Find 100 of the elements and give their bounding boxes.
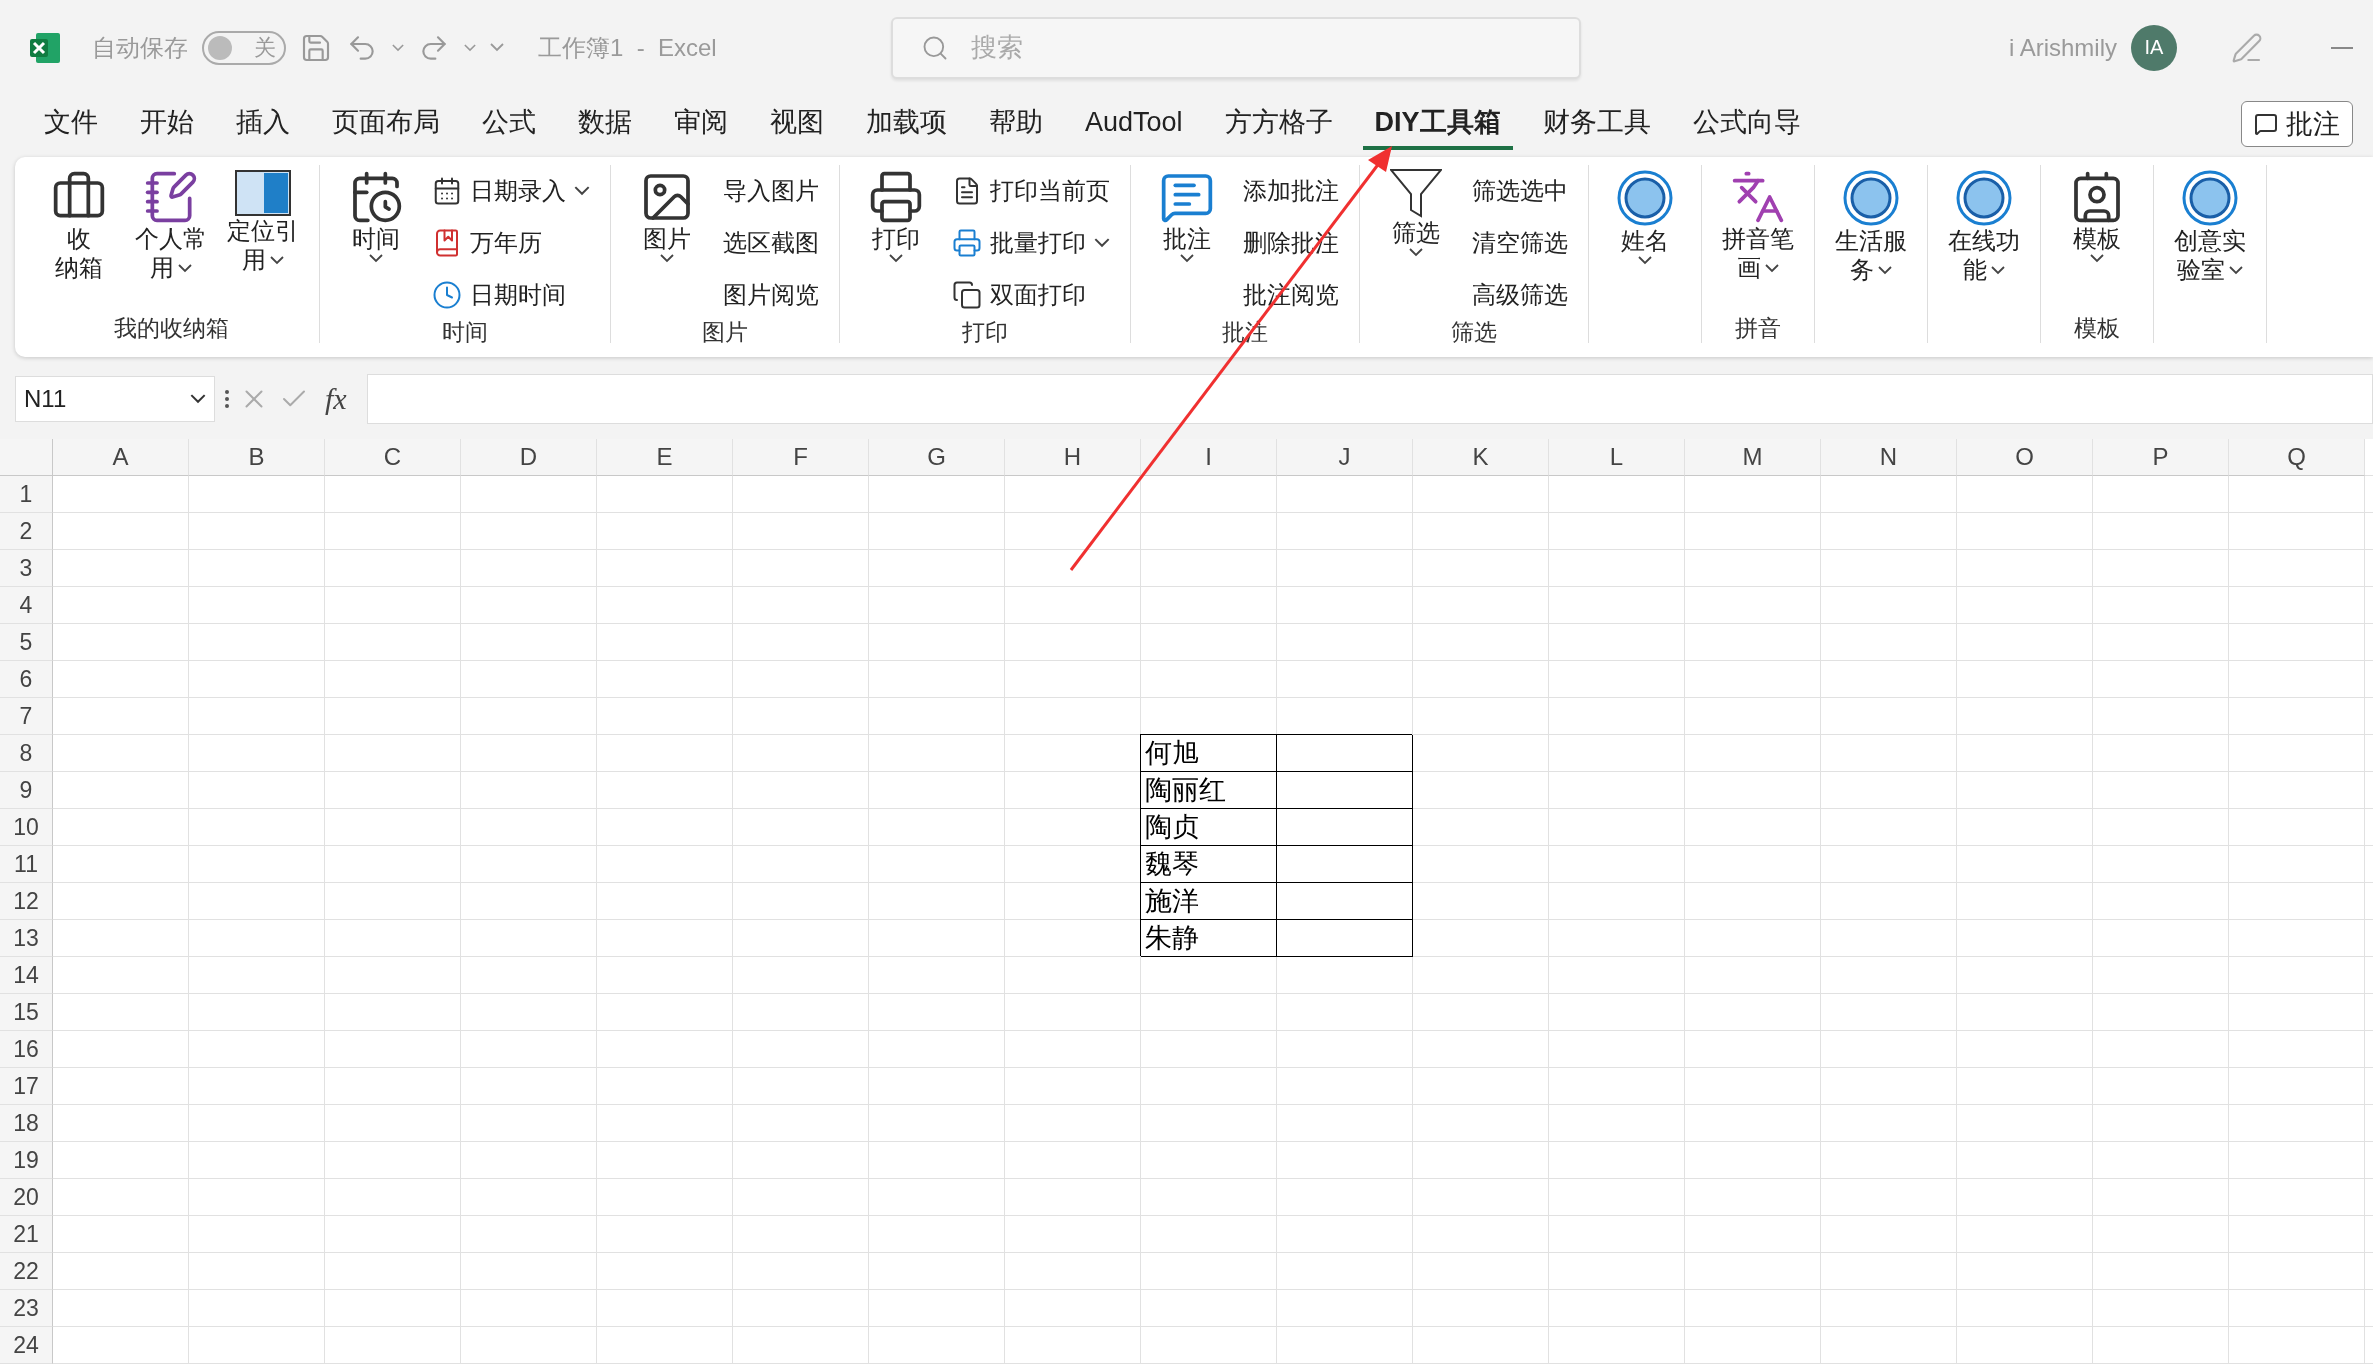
ribbon-tab[interactable]: 加载项: [854, 98, 959, 150]
row-header[interactable]: 1: [0, 476, 53, 513]
ribbon-button[interactable]: 选区截图: [719, 221, 823, 265]
caret-icon: [178, 263, 192, 273]
column-header[interactable]: P: [2093, 439, 2229, 476]
ribbon-button[interactable]: 图片: [627, 165, 707, 317]
column-header[interactable]: O: [1957, 439, 2093, 476]
ribbon-tab[interactable]: 插入: [224, 98, 302, 150]
column-header[interactable]: L: [1549, 439, 1685, 476]
circle-icon: [1842, 169, 1900, 227]
ribbon-button[interactable]: 日期时间: [428, 273, 594, 317]
row-header[interactable]: 13: [0, 920, 53, 957]
row-header[interactable]: 20: [0, 1179, 53, 1216]
formula-input[interactable]: [366, 374, 2373, 424]
row-header[interactable]: 16: [0, 1031, 53, 1068]
function-button[interactable]: fx: [325, 382, 347, 416]
row-header[interactable]: 21: [0, 1216, 53, 1253]
ribbon-button[interactable]: 收 纳箱: [39, 165, 119, 313]
row-header[interactable]: 6: [0, 661, 53, 698]
ribbon-button[interactable]: 创意实 验室: [2170, 165, 2250, 313]
ribbon-tab[interactable]: 文件: [32, 98, 110, 150]
ribbon-tab[interactable]: 数据: [566, 98, 644, 150]
ribbon-button[interactable]: 定位引 用: [223, 165, 303, 313]
caret-icon: [464, 43, 476, 52]
caret-icon: [1765, 263, 1779, 273]
ribbon-button[interactable]: 模板: [2057, 165, 2137, 313]
comments-button[interactable]: 批注: [2241, 101, 2353, 147]
more-icon[interactable]: [225, 390, 229, 408]
row-header[interactable]: 24: [0, 1327, 53, 1364]
caret-icon: [889, 253, 903, 263]
minimize-icon[interactable]: [2331, 46, 2353, 49]
row-header[interactable]: 2: [0, 513, 53, 550]
ribbon-button[interactable]: 筛选选中: [1468, 169, 1572, 213]
column-header[interactable]: B: [189, 439, 325, 476]
ribbon-tab[interactable]: 视图: [758, 98, 836, 150]
row-header[interactable]: 22: [0, 1253, 53, 1290]
column-header[interactable]: D: [461, 439, 597, 476]
ribbon-button[interactable]: 拼音笔 画: [1718, 165, 1798, 313]
ribbon-button[interactable]: 批量打印: [948, 221, 1114, 265]
column-header[interactable]: J: [1277, 439, 1413, 476]
ribbon-button[interactable]: 批注: [1147, 165, 1227, 317]
ribbon-button[interactable]: 打印: [856, 165, 936, 317]
ribbon-button[interactable]: 添加批注: [1239, 169, 1343, 213]
ribbon-tab[interactable]: DIY工具箱: [1362, 98, 1513, 150]
row-header[interactable]: 3: [0, 550, 53, 587]
ribbon-button[interactable]: 高级筛选: [1468, 273, 1572, 317]
ribbon-button[interactable]: 清空筛选: [1468, 221, 1572, 265]
search-field[interactable]: 搜索: [890, 16, 1581, 79]
caret-icon: [1878, 265, 1892, 275]
row-header[interactable]: 9: [0, 772, 53, 809]
column-header[interactable]: A: [53, 439, 189, 476]
ribbon-button[interactable]: 万年历: [428, 221, 594, 265]
row-header[interactable]: 19: [0, 1142, 53, 1179]
ribbon-button[interactable]: 在线功 能: [1944, 165, 2024, 313]
row-header[interactable]: 10: [0, 809, 53, 846]
ribbon-button[interactable]: 个人常 用: [131, 165, 211, 313]
ribbon-tab[interactable]: 页面布局: [320, 98, 452, 150]
column-header[interactable]: F: [733, 439, 869, 476]
row-header[interactable]: 8: [0, 735, 53, 772]
ribbon-tab[interactable]: 审阅: [662, 98, 740, 150]
ribbon-tab[interactable]: 帮助: [977, 98, 1055, 150]
row-header[interactable]: 7: [0, 698, 53, 735]
pen-icon: [2231, 31, 2263, 64]
ribbon-button[interactable]: 图片阅览: [719, 273, 823, 317]
ribbon-button[interactable]: 生活服 务: [1831, 165, 1911, 313]
ribbon-button[interactable]: 筛选: [1376, 165, 1456, 317]
row-header[interactable]: 18: [0, 1105, 53, 1142]
user-avatar[interactable]: IA: [2131, 24, 2177, 71]
column-header[interactable]: I: [1141, 439, 1277, 476]
column-header[interactable]: M: [1685, 439, 1821, 476]
row-header[interactable]: 11: [0, 846, 53, 883]
row-header[interactable]: 4: [0, 587, 53, 624]
column-header[interactable]: Q: [2229, 439, 2365, 476]
name-box[interactable]: N11: [15, 376, 215, 422]
ribbon-button[interactable]: 时间: [336, 165, 416, 317]
ribbon-button[interactable]: 导入图片: [719, 169, 823, 213]
ribbon-tab[interactable]: 开始: [128, 98, 206, 150]
column-header[interactable]: E: [597, 439, 733, 476]
column-header[interactable]: K: [1413, 439, 1549, 476]
column-header[interactable]: N: [1821, 439, 1957, 476]
column-header[interactable]: C: [325, 439, 461, 476]
column-header[interactable]: H: [1005, 439, 1141, 476]
row-header[interactable]: 17: [0, 1068, 53, 1105]
ribbon-tab[interactable]: 方方格子: [1212, 98, 1345, 150]
column-header[interactable]: G: [869, 439, 1005, 476]
row-header[interactable]: 23: [0, 1290, 53, 1327]
ribbon-button[interactable]: 日期录入: [428, 169, 594, 213]
duplex-icon: [952, 280, 982, 310]
ribbon-tab[interactable]: 财务工具: [1530, 98, 1663, 150]
row-header[interactable]: 5: [0, 624, 53, 661]
ribbon-tab[interactable]: AudTool: [1073, 100, 1195, 148]
group-label: 拼音: [1734, 314, 1782, 343]
ribbon-button[interactable]: 双面打印: [948, 273, 1114, 317]
row-header[interactable]: 14: [0, 957, 53, 994]
row-header[interactable]: 15: [0, 994, 53, 1031]
ribbon-tab[interactable]: 公式: [470, 98, 548, 150]
row-header[interactable]: 12: [0, 883, 53, 920]
ribbon-button[interactable]: 打印当前页: [948, 169, 1114, 213]
ribbon-tab[interactable]: 公式向导: [1680, 98, 1813, 150]
ribbon-button[interactable]: 姓名: [1605, 165, 1685, 313]
